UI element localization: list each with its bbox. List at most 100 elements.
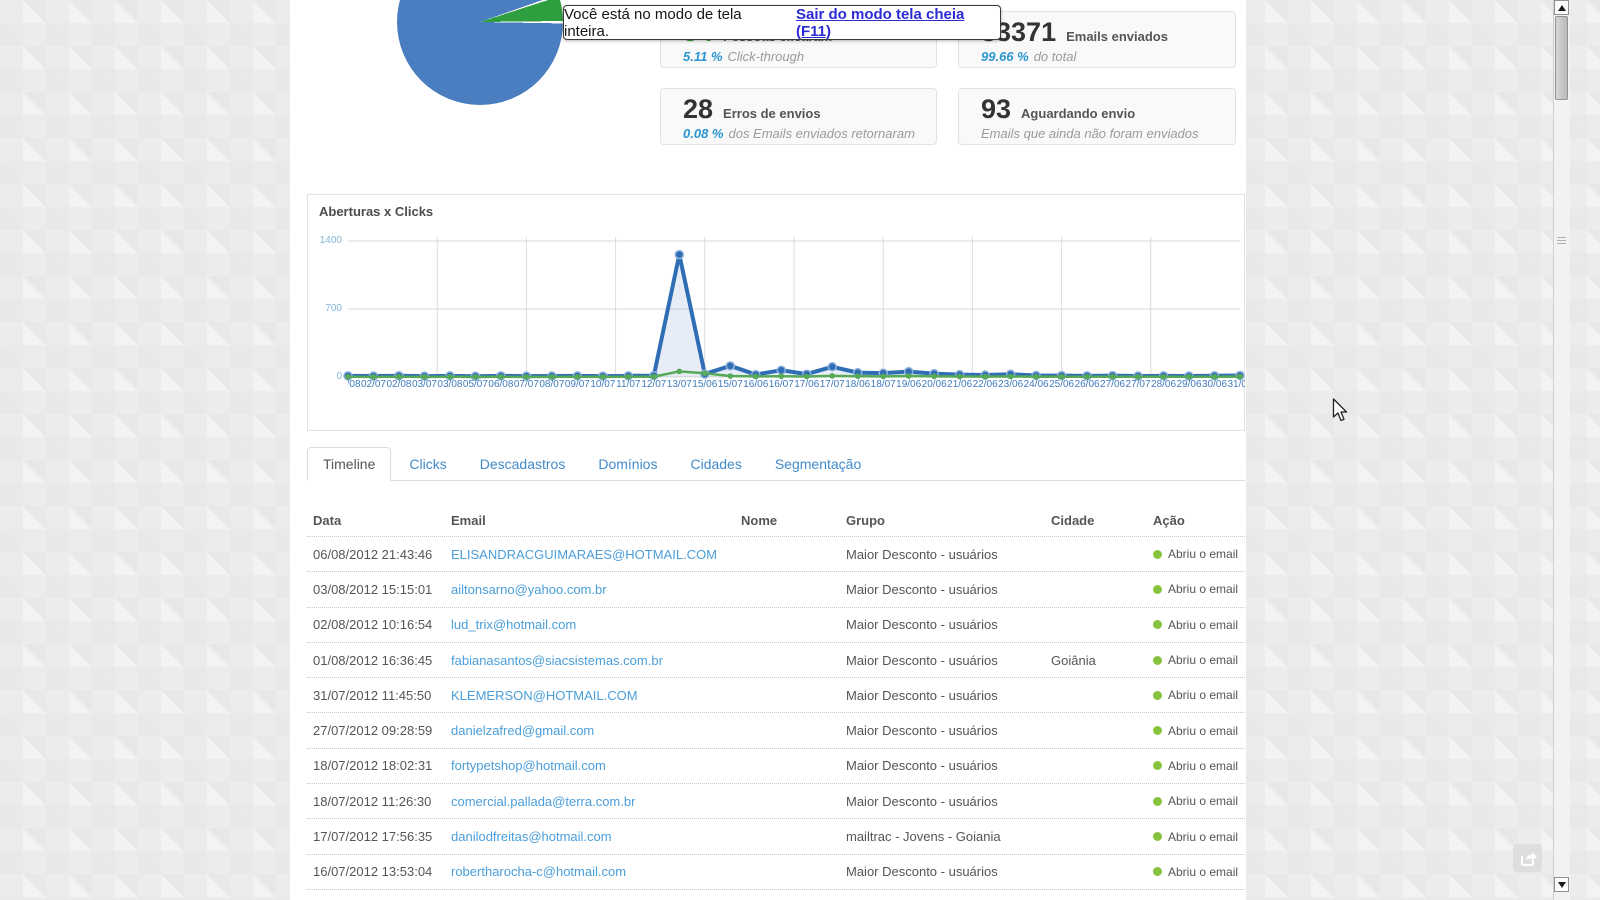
aberturas-clicks-panel: Aberturas x Clicks 07001400 01/0802/0702… (307, 194, 1245, 431)
erros-envios-count: 28 (683, 96, 713, 123)
cell-grupo: Maior Desconto - usuários (840, 723, 1045, 738)
y-axis-label: 0 (312, 371, 342, 382)
scrollbar-thumb[interactable] (1555, 16, 1568, 100)
tab-segmentacao[interactable]: Segmentação (760, 448, 876, 480)
cell-acao: Abriu o email (1147, 865, 1245, 879)
table-row: 27/07/2012 09:28:59 danielzafred@gmail.co… (307, 713, 1245, 748)
cell-email[interactable]: lud_trix@hotmail.com (445, 617, 735, 632)
mouse-cursor (1332, 398, 1350, 424)
cell-grupo: mailtrac - Jovens - Goiania (840, 829, 1045, 844)
cell-email[interactable]: robertharocha-c@hotmail.com (445, 864, 735, 879)
cell-email[interactable]: ailtonsarno@yahoo.com.br (445, 582, 735, 597)
cell-grupo: Maior Desconto - usuários (840, 688, 1045, 703)
report-tabs: Timeline Clicks Descadastros Domínios Ci… (307, 447, 1245, 481)
cell-acao: Abriu o email (1147, 688, 1245, 702)
acao-label: Abriu o email (1168, 865, 1238, 879)
vertical-scrollbar[interactable] (1553, 0, 1570, 900)
cell-data: 01/08/2012 16:36:45 (307, 653, 445, 668)
col-header-data: Data (307, 513, 445, 528)
line-chart (348, 231, 1240, 383)
col-header-nome: Nome (735, 513, 840, 528)
cell-grupo: Maior Desconto - usuários (840, 617, 1045, 632)
click-through-percent: 5.11 % (683, 49, 723, 64)
cell-acao: Abriu o email (1147, 830, 1245, 844)
cell-acao: Abriu o email (1147, 582, 1245, 596)
acao-label: Abriu o email (1168, 830, 1238, 844)
tab-timeline[interactable]: Timeline (307, 447, 391, 481)
stat-card-erros-envios: 28 Erros de envios 0.08 % dos Emails envi… (660, 88, 937, 145)
email-link[interactable]: fortypetshop@hotmail.com (451, 758, 606, 773)
email-link[interactable]: danielzafred@gmail.com (451, 723, 594, 738)
cell-cidade: Goiânia (1045, 653, 1147, 668)
table-row: 16/07/2012 13:53:04 robertharocha-c@hotma… (307, 855, 1245, 890)
erros-envios-note: dos Emails enviados retornaram (728, 126, 914, 141)
cell-grupo: Maior Desconto - usuários (840, 653, 1045, 668)
table-row: 06/08/2012 21:43:46ELISANDRACGUIMARAES@H… (307, 537, 1245, 572)
cell-data: 31/07/2012 11:45:50 (307, 688, 445, 703)
table-row: 17/07/2012 17:56:35 danilodfreitas@hotmai… (307, 819, 1245, 854)
cell-acao: Abriu o email (1147, 618, 1245, 632)
tab-dominios[interactable]: Domínios (583, 448, 672, 480)
green-dot-icon (1153, 585, 1162, 594)
cell-email[interactable]: KLEMERSON@HOTMAIL.COM (445, 688, 735, 703)
cell-email[interactable]: danilodfreitas@hotmail.com (445, 829, 735, 844)
erros-envios-percent: 0.08 % (683, 126, 723, 141)
stat-card-subline: 0.08 % dos Emails enviados retornaram (683, 126, 924, 141)
acao-label: Abriu o email (1168, 618, 1238, 632)
email-link[interactable]: ELISANDRACGUIMARAES@HOTMAIL.COM (451, 547, 717, 562)
email-link[interactable]: KLEMERSON@HOTMAIL.COM (451, 688, 638, 703)
stat-card-headline: 33371 Emails enviados (981, 19, 1223, 46)
share-button[interactable] (1513, 844, 1542, 872)
green-dot-icon (1153, 867, 1162, 876)
cell-email[interactable]: fortypetshop@hotmail.com (445, 758, 735, 773)
email-link[interactable]: fabianasantos@siacsistemas.com.br (451, 653, 663, 668)
aguardando-envio-note: Emails que ainda não foram enviados (981, 126, 1199, 141)
cell-grupo: Maior Desconto - usuários (840, 582, 1045, 597)
cell-data: 27/07/2012 09:28:59 (307, 723, 445, 738)
col-header-acao: Ação (1147, 513, 1245, 528)
cell-acao: Abriu o email (1147, 794, 1245, 808)
scroll-down-button[interactable] (1554, 877, 1569, 892)
aguardando-envio-label: Aguardando envio (1021, 106, 1135, 121)
cell-email[interactable]: comercial.pallada@terra.com.br (445, 794, 735, 809)
green-dot-icon (1153, 620, 1162, 629)
emails-enviados-percent: 99.66 % (981, 49, 1029, 64)
email-link[interactable]: robertharocha-c@hotmail.com (451, 864, 626, 879)
email-link[interactable]: comercial.pallada@terra.com.br (451, 794, 635, 809)
triangle-down-icon (1558, 882, 1566, 888)
tab-clicks[interactable]: Clicks (394, 448, 461, 480)
green-dot-icon (1153, 761, 1162, 770)
content-column: 94 Pessoas clicaram 5.11 %Click-through … (290, 0, 1246, 900)
acao-label: Abriu o email (1168, 582, 1238, 596)
acao-label: Abriu o email (1168, 759, 1238, 773)
cell-data: 18/07/2012 18:02:31 (307, 758, 445, 773)
cell-grupo: Maior Desconto - usuários (840, 794, 1045, 809)
tab-cidades[interactable]: Cidades (675, 448, 756, 480)
table-row: 18/07/2012 11:26:30 comercial.pallada@ter… (307, 784, 1245, 819)
stat-card-aguardando-envio: 93 Aguardando envio Emails que ainda não… (958, 88, 1236, 145)
emails-enviados-note: do total (1034, 49, 1077, 64)
col-header-email: Email (445, 513, 735, 528)
cell-data: 16/07/2012 13:53:04 (307, 864, 445, 879)
cell-email[interactable]: danielzafred@gmail.com (445, 723, 735, 738)
x-axis-labels: 01/0802/0702/0803/0703/0805/0706/0807/07… (348, 379, 1245, 393)
tab-descadastros[interactable]: Descadastros (465, 448, 581, 480)
cell-data: 17/07/2012 17:56:35 (307, 829, 445, 844)
cell-data: 18/07/2012 11:26:30 (307, 794, 445, 809)
table-row: 03/08/2012 15:15:01ailtonsarno@yahoo.com… (307, 572, 1245, 607)
emails-enviados-label: Emails enviados (1066, 29, 1168, 44)
email-link[interactable]: danilodfreitas@hotmail.com (451, 829, 612, 844)
exit-fullscreen-link[interactable]: Sair do modo tela cheia (F11) (796, 6, 1000, 40)
stat-card-subline: 5.11 %Click-through (683, 49, 924, 64)
cell-acao: Abriu o email (1147, 759, 1245, 773)
cell-email[interactable]: ELISANDRACGUIMARAES@HOTMAIL.COM (445, 547, 735, 562)
scroll-up-button[interactable] (1554, 0, 1569, 15)
acao-label: Abriu o email (1168, 547, 1238, 561)
cell-email[interactable]: fabianasantos@siacsistemas.com.br (445, 653, 735, 668)
erros-envios-label: Erros de envios (723, 106, 821, 121)
email-link[interactable]: lud_trix@hotmail.com (451, 617, 576, 632)
green-dot-icon (1153, 832, 1162, 841)
email-link[interactable]: ailtonsarno@yahoo.com.br (451, 582, 607, 597)
col-header-grupo: Grupo (840, 513, 1045, 528)
x-axis-label: 31/07 (1222, 379, 1245, 390)
